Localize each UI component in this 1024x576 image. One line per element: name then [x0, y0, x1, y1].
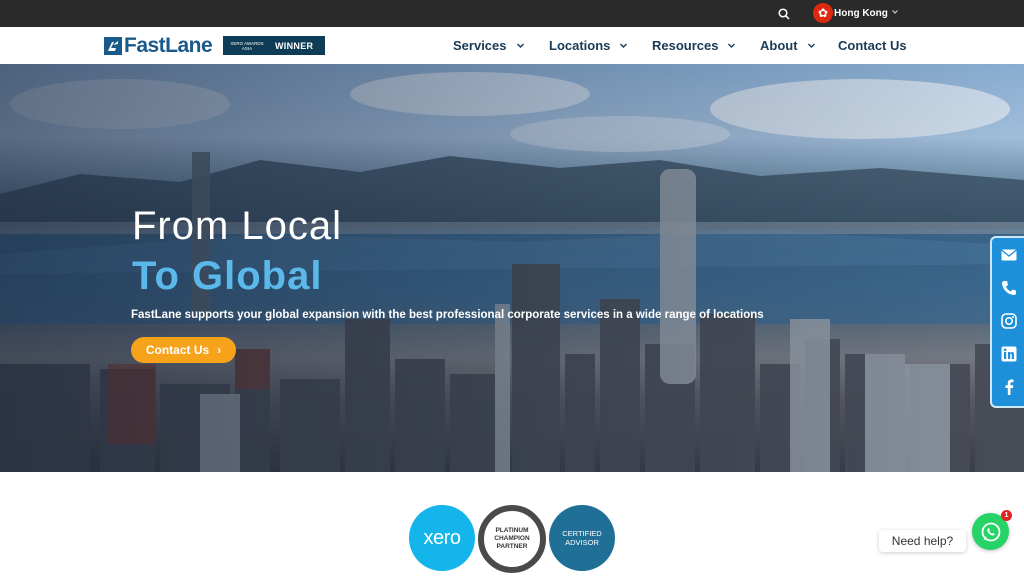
certified-advisor-text: CERTIFIED ADVISOR [562, 529, 602, 547]
region-selector-label[interactable]: Hong Kong [834, 8, 888, 19]
fastlane-logo-mark-icon [104, 37, 122, 55]
need-help-bubble[interactable]: Need help? [879, 530, 966, 552]
nav-resources[interactable]: Resources [652, 38, 736, 53]
logo-wordmark: FastLane [124, 34, 213, 57]
xero-logo-badge: xero [409, 505, 475, 571]
award-title: WINNER [275, 40, 314, 51]
platinum-partner-badge: PLATINUM CHAMPION PARTNER [478, 505, 546, 573]
hero-cta-label: Contact Us [145, 343, 210, 357]
nav-locations-label: Locations [549, 38, 611, 53]
whatsapp-icon [981, 522, 1000, 541]
nav-about[interactable]: About [760, 38, 816, 53]
hero-banner: From Local To Global FastLane supports y… [0, 64, 1024, 472]
notification-badge: 1 [1001, 510, 1012, 521]
nav-about-label: About [760, 38, 798, 53]
chevron-right-icon: › [217, 343, 222, 357]
hero-title-line2: To Global [132, 254, 323, 298]
facebook-icon[interactable] [1000, 378, 1018, 396]
partner-badges: xero PLATINUM CHAMPION PARTNER CERTIFIED… [409, 505, 615, 576]
chevron-down-icon[interactable] [891, 8, 899, 16]
hong-kong-flag-icon[interactable]: ✿ [813, 3, 833, 23]
certified-advisor-badge: CERTIFIED ADVISOR [549, 505, 615, 571]
social-sidebar [990, 236, 1024, 408]
fastlane-logo[interactable]: FastLane [104, 34, 213, 57]
linkedin-icon[interactable] [1000, 345, 1018, 363]
nav-contact-us[interactable]: Contact Us [838, 38, 907, 53]
nav-contact-us-label: Contact Us [838, 38, 907, 53]
email-icon[interactable] [1000, 246, 1018, 264]
hero-contact-us-button[interactable]: Contact Us › [131, 337, 236, 363]
chevron-down-icon [728, 43, 736, 48]
search-icon[interactable] [777, 7, 791, 21]
top-utility-bar: ✿ Hong Kong [0, 0, 1024, 27]
phone-icon[interactable] [1000, 279, 1018, 297]
nav-locations[interactable]: Locations [549, 38, 628, 53]
instagram-icon[interactable] [1000, 312, 1018, 330]
nav-services-label: Services [453, 38, 507, 53]
xero-award-badge: XERO AWARDS ASIA WINNER [223, 36, 325, 55]
hero-title-line1: From Local [132, 204, 343, 248]
nav-services[interactable]: Services [453, 38, 525, 53]
award-subtitle: XERO AWARDS ASIA [230, 40, 264, 51]
chevron-down-icon [620, 43, 628, 48]
platinum-partner-text: PLATINUM CHAMPION PARTNER [494, 527, 530, 550]
main-navbar: FastLane XERO AWARDS ASIA WINNER Service… [0, 27, 1024, 64]
chevron-down-icon [807, 43, 815, 48]
nav-resources-label: Resources [652, 38, 719, 53]
hero-subtitle: FastLane supports your global expansion … [131, 309, 764, 321]
chevron-down-icon [516, 43, 524, 48]
